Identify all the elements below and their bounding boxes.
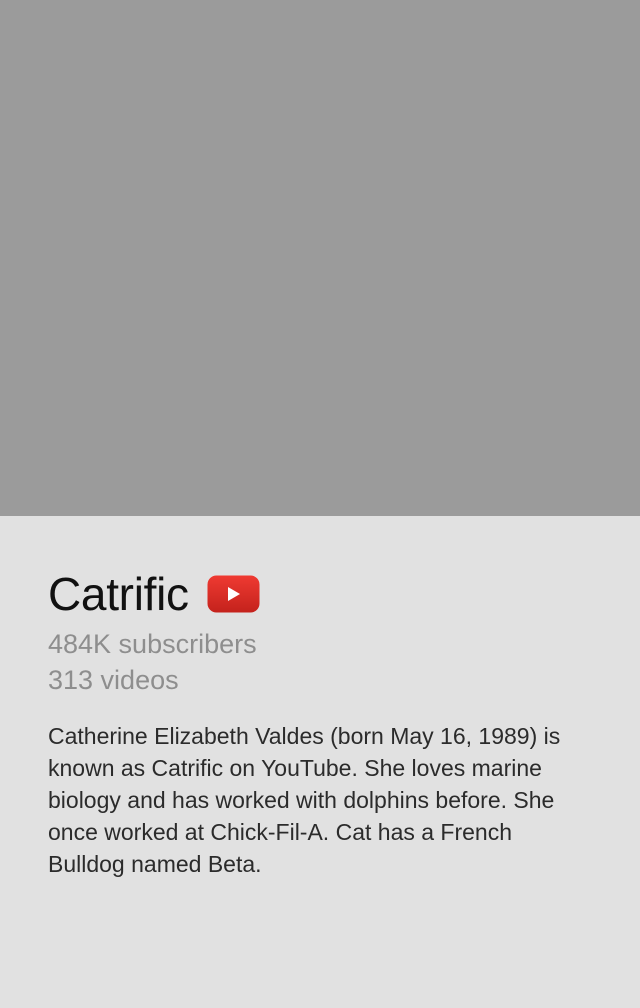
- channel-cover-image: [0, 0, 640, 516]
- video-count: 313 videos: [48, 665, 179, 695]
- subscriber-count: 484K subscribers: [48, 629, 257, 659]
- channel-title-row: Catrific: [48, 566, 260, 622]
- channel-description: Catherine Elizabeth Valdes (born May 16,…: [48, 723, 561, 877]
- channel-stats: 484K subscribers 313 videos: [48, 626, 598, 698]
- channel-profile-screen: Catrific 484K subscribers 313 videos Cat…: [0, 0, 640, 1008]
- channel-name: Catrific: [48, 568, 189, 620]
- youtube-play-icon[interactable]: [207, 575, 260, 613]
